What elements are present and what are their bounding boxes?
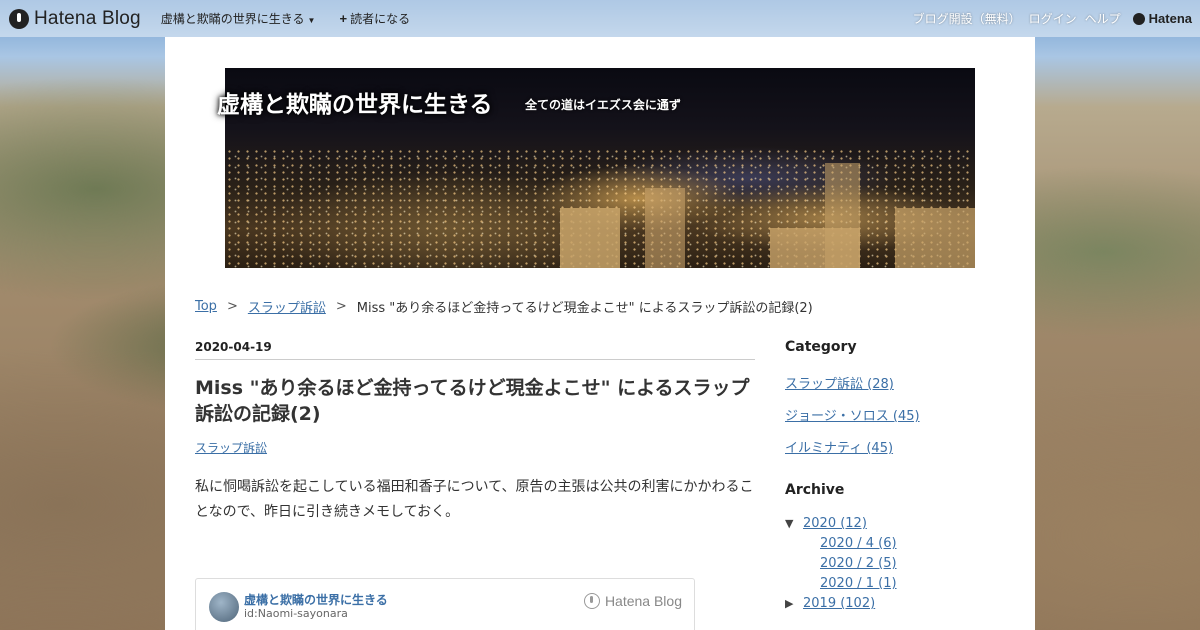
hatena-icon (1132, 12, 1145, 25)
hatena-blog-brand[interactable]: Hatena Blog (9, 8, 141, 30)
archive-section: Archive ▼ 2020 (12) 2020 / 4 (6) 2020 / … (785, 482, 1015, 611)
embed-user-id: id:Naomi-sayonara (244, 607, 348, 620)
topbar-right: ブログ開設（無料） ログイン ヘルプ Hatena (905, 0, 1200, 37)
help-link[interactable]: ヘルプ (1085, 10, 1121, 27)
blog-name-menu[interactable]: 虚構と欺瞞の世界に生きる ▼ (161, 10, 316, 27)
entry-title[interactable]: Miss "あり余るほど金持ってるけど現金よこせ" によるスラップ訴訟の記録(2… (195, 375, 755, 427)
category-link-soros[interactable]: ジョージ・ソロス (45) (785, 409, 920, 424)
archive-month-link[interactable]: 2020 / 4 (6) (820, 536, 897, 551)
archive-month: 2020 / 2 (5) (820, 556, 1015, 571)
embed-card[interactable]: 虚構と欺瞞の世界に生きる id:Naomi-sayonara Hatena Bl… (195, 578, 695, 630)
archive-year-link[interactable]: 2019 (102) (803, 596, 875, 611)
archive-month: 2020 / 4 (6) (820, 536, 1015, 551)
sidebar: Category スラップ訴訟 (28) ジョージ・ソロス (45) イルミナテ… (785, 339, 1015, 616)
archive-month: 2020 / 1 (1) (820, 576, 1015, 591)
login-link[interactable]: ログイン (1029, 10, 1077, 27)
breadcrumb-current: Miss "あり余るほど金持ってるけど現金よこせ" によるスラップ訴訟の記録(2… (356, 301, 813, 316)
entry-category-link[interactable]: スラップ訴訟 (195, 439, 267, 456)
blog-title[interactable]: 虚構と欺瞞の世界に生きる (217, 85, 493, 119)
category-link-illuminati[interactable]: イルミナティ (45) (785, 441, 893, 456)
building (645, 188, 685, 268)
breadcrumb-separator: > (226, 299, 238, 314)
plus-icon: + (339, 11, 348, 26)
building (895, 208, 975, 268)
embed-brand: Hatena Blog (583, 593, 682, 609)
breadcrumb-category-link[interactable]: スラップ訴訟 (248, 297, 326, 316)
category-item: イルミナティ (45) (785, 437, 1015, 456)
archive-month-link[interactable]: 2020 / 1 (1) (820, 576, 897, 591)
building (825, 163, 860, 268)
signup-link[interactable]: ブログ開設（無料） (913, 10, 1021, 27)
category-heading: Category (785, 339, 857, 355)
category-link-slapp[interactable]: スラップ訴訟 (28) (785, 377, 894, 392)
blog-name-label: 虚構と欺瞞の世界に生きる (160, 12, 305, 26)
building (560, 208, 620, 268)
subscribe-label: 読者になる (350, 12, 411, 26)
category-item: スラップ訴訟 (28) (785, 373, 1015, 392)
triangle-down-icon[interactable]: ▼ (785, 517, 803, 530)
main-container: 虚構と欺瞞の世界に生きる 全ての道はイエズス会に通ず Top > スラップ訴訟 … (165, 37, 1035, 630)
blog-description: 全ての道はイエズス会に通ず (525, 98, 681, 112)
avatar (209, 592, 239, 622)
archive-heading: Archive (785, 482, 845, 498)
category-list: スラップ訴訟 (28) ジョージ・ソロス (45) イルミナティ (45) (785, 373, 1015, 456)
subscribe-button[interactable]: + 読者になる (339, 10, 410, 27)
hatena-blog-logo-icon (583, 593, 600, 609)
triangle-right-icon[interactable]: ▶ (785, 597, 803, 610)
archive-year-link[interactable]: 2020 (12) (803, 516, 867, 531)
embed-brand-label: Hatena Blog (604, 593, 682, 609)
archive-year-2020[interactable]: ▼ 2020 (12) (785, 516, 1015, 531)
embed-blog-name[interactable]: 虚構と欺瞞の世界に生きる (244, 591, 388, 608)
breadcrumb-top-link[interactable]: Top (195, 299, 217, 314)
category-item: ジョージ・ソロス (45) (785, 405, 1015, 424)
entry-date[interactable]: 2020-04-19 (195, 340, 755, 360)
top-navigation-bar: Hatena Blog 虚構と欺瞞の世界に生きる ▼ + 読者になる ブログ開設（… (0, 0, 1200, 37)
brand-text: Hatena Blog (34, 7, 141, 29)
entry-body: 私に恫喝訴訟を起こしている福田和香子について、原告の主張は公共の利害にかかわるこ… (195, 479, 754, 520)
hatena-menu[interactable]: Hatena (1132, 11, 1192, 26)
hatena-blog-logo-icon (9, 8, 29, 29)
archive-year-2019[interactable]: ▶ 2019 (102) (785, 596, 1015, 611)
breadcrumb: Top > スラップ訴訟 > Miss "あり余るほど金持ってるけど現金よこせ"… (195, 297, 813, 316)
caret-down-icon: ▼ (307, 16, 316, 25)
breadcrumb-separator: > (335, 299, 347, 314)
archive-month-link[interactable]: 2020 / 2 (5) (820, 556, 897, 571)
hatena-label: Hatena (1148, 11, 1192, 26)
